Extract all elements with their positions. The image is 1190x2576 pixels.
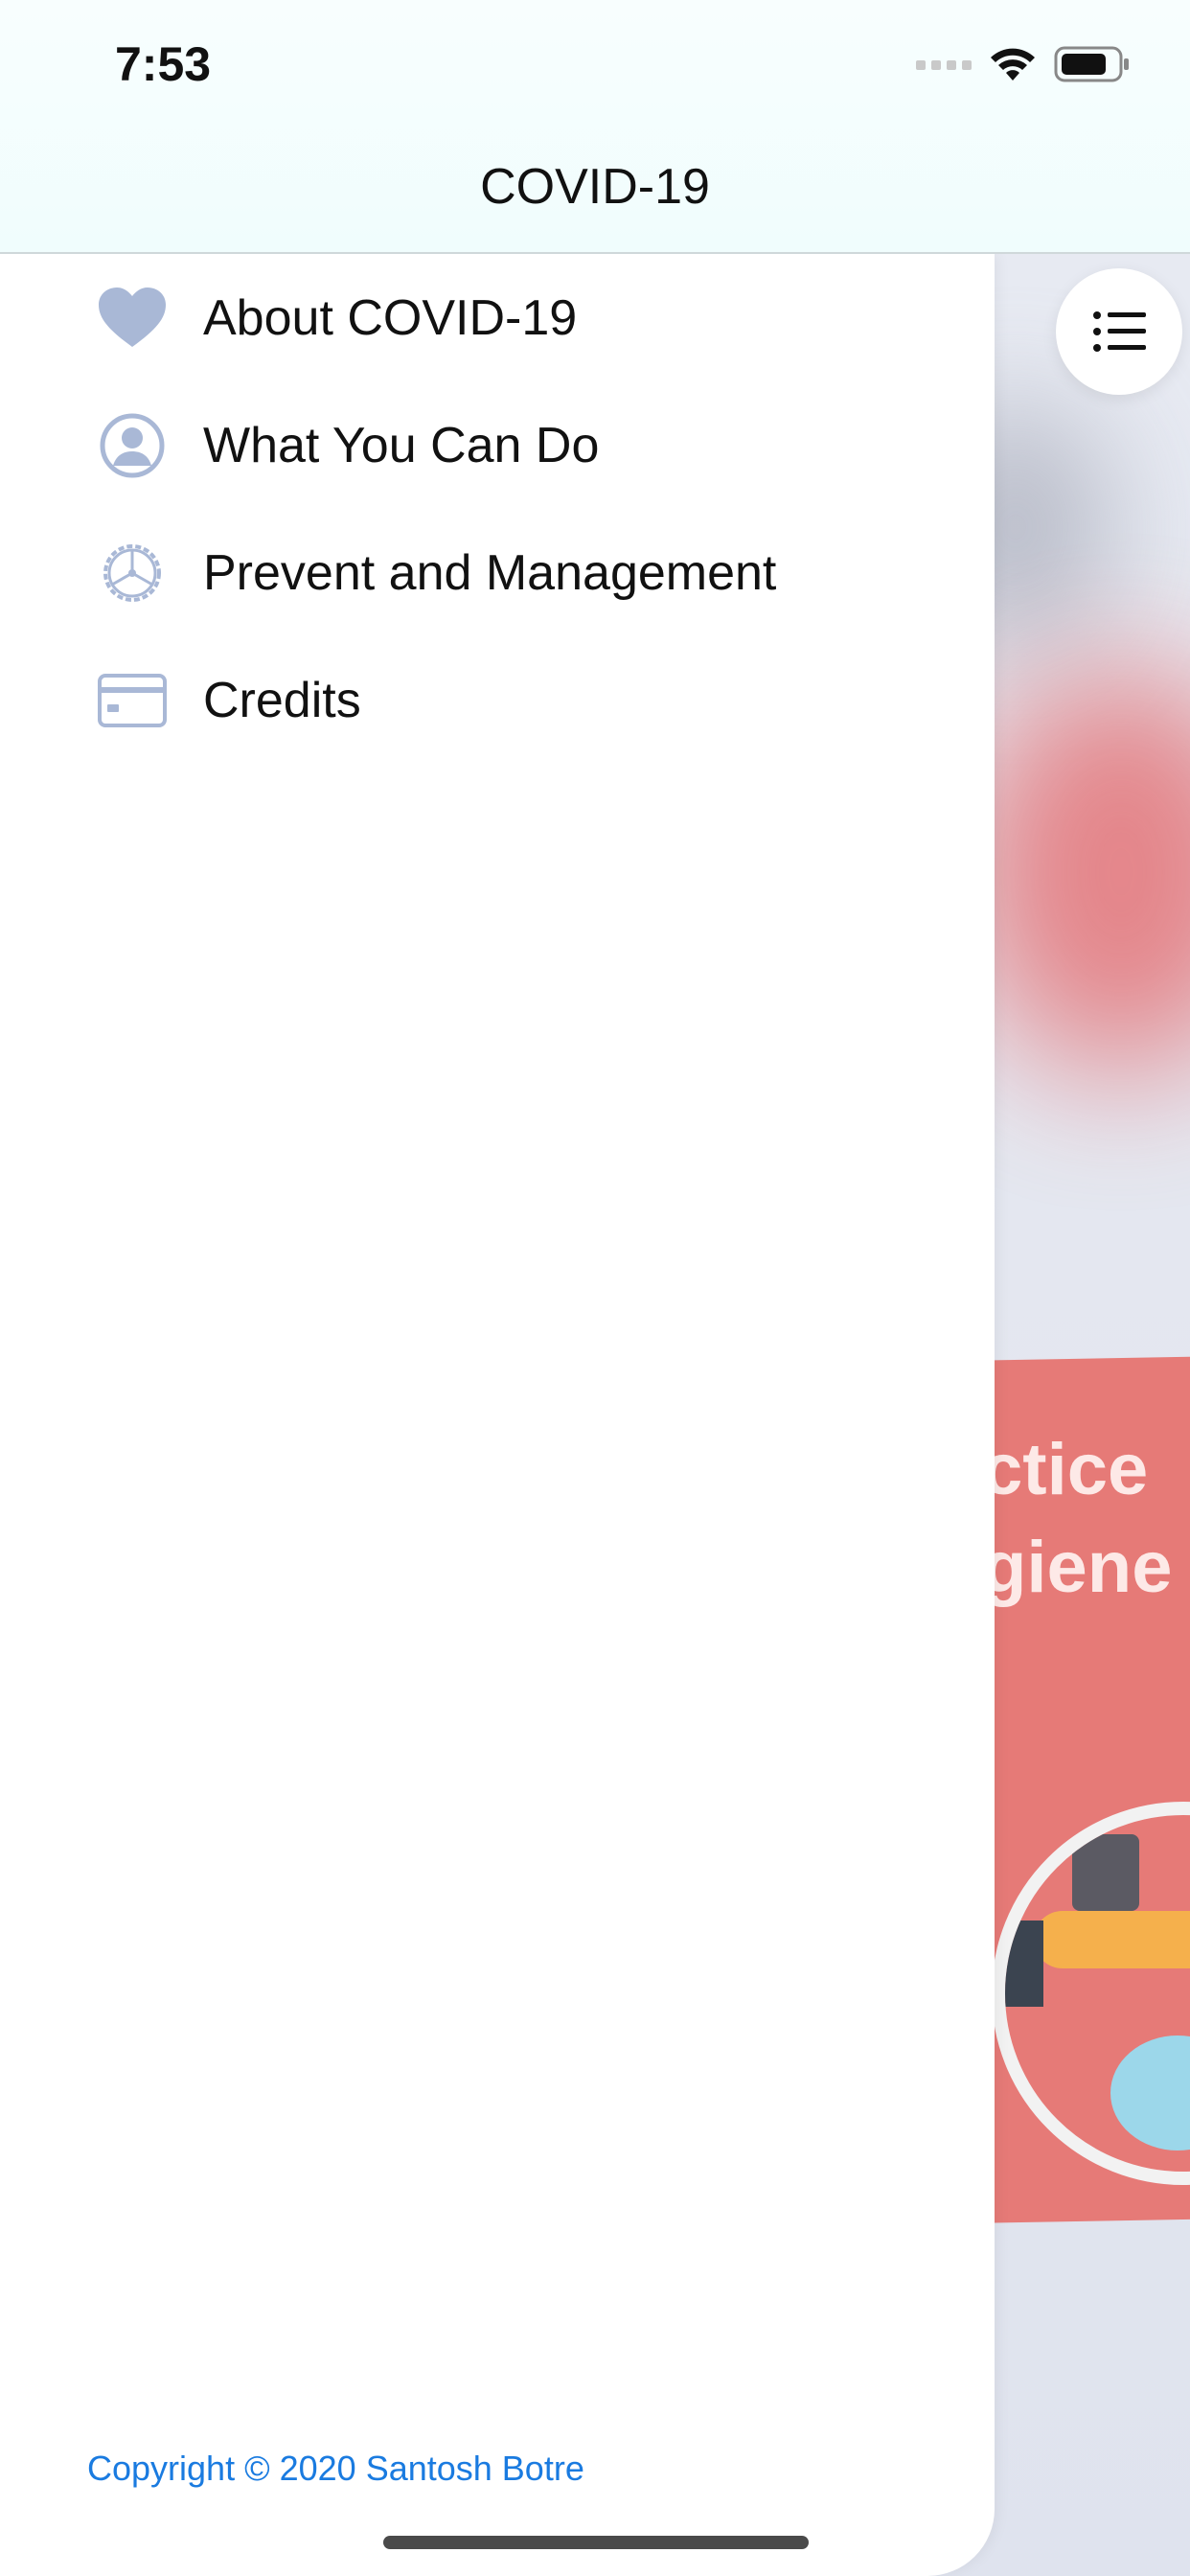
drawer-item-label: Credits xyxy=(203,673,361,728)
navigation-bar: 7:53 COVID-19 xyxy=(0,0,1190,254)
poster-text-line-2: giene xyxy=(982,1527,1173,1608)
wifi-icon xyxy=(991,48,1035,80)
copyright-link[interactable]: Copyright © 2020 Santosh Botre xyxy=(87,2449,584,2489)
signal-icon xyxy=(916,60,972,70)
soap-bubbles xyxy=(1110,2036,1190,2150)
menu-toggle-button[interactable] xyxy=(1056,268,1182,395)
drawer-item-label: About COVID-19 xyxy=(203,290,578,346)
drawer-item-what-you-can-do[interactable]: What You Can Do xyxy=(96,402,599,489)
drawer-item-label: What You Can Do xyxy=(203,418,600,473)
battery-icon xyxy=(1054,46,1129,82)
drawer-item-about[interactable]: About COVID-19 xyxy=(96,275,577,361)
heart-icon xyxy=(96,282,169,355)
status-time: 7:53 xyxy=(115,37,212,91)
tap-illustration xyxy=(1034,1911,1190,1968)
user-circle-icon xyxy=(96,409,169,482)
poster-text-line-1: ctice xyxy=(982,1429,1149,1510)
tap-handle xyxy=(1072,1834,1139,1911)
blurred-virus-image xyxy=(968,671,1190,1073)
side-drawer: About COVID-19 What You Can Do Prevent a… xyxy=(0,254,995,2576)
status-icons xyxy=(916,46,1131,82)
page-title: COVID-19 xyxy=(480,159,710,215)
tap-pipe xyxy=(1005,1920,1043,2007)
card-icon xyxy=(96,664,169,737)
list-icon xyxy=(1093,311,1146,352)
gear-icon xyxy=(96,537,169,610)
drawer-item-label: Prevent and Management xyxy=(203,545,777,601)
drawer-item-credits[interactable]: Credits xyxy=(96,657,361,744)
home-indicator[interactable] xyxy=(383,2536,809,2549)
drawer-item-prevent-management[interactable]: Prevent and Management xyxy=(96,530,776,616)
